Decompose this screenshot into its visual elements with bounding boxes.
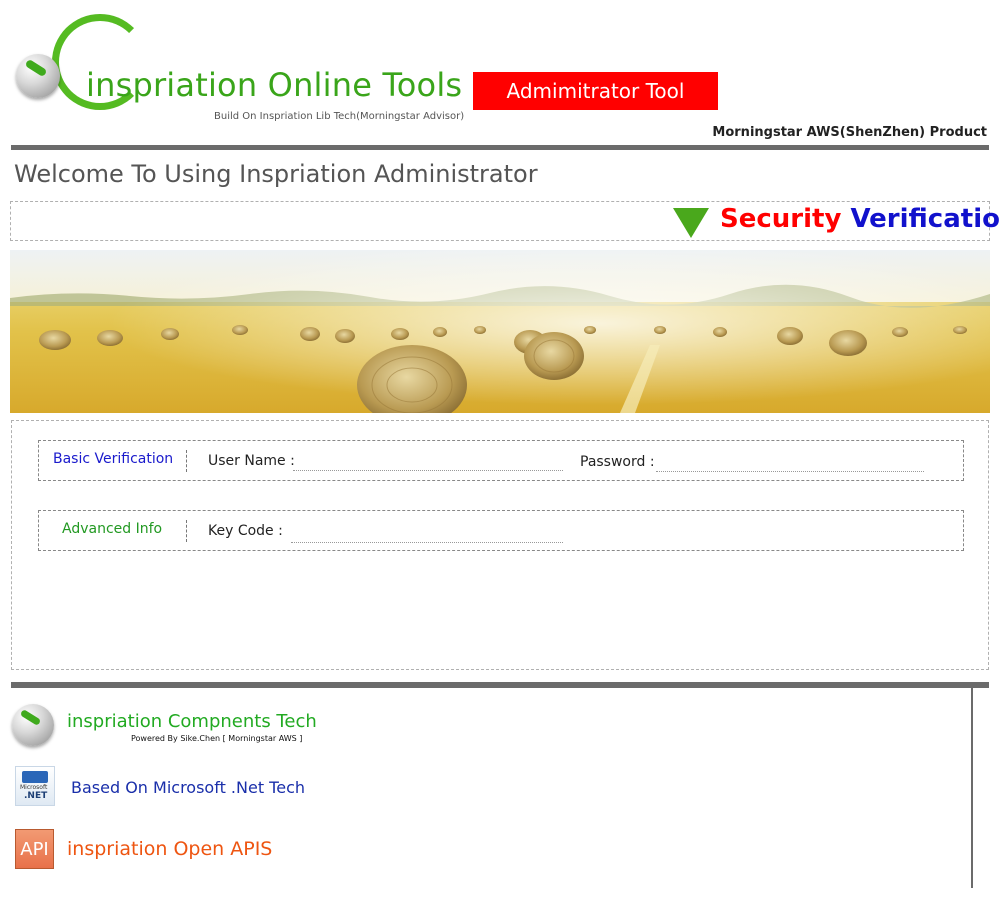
components-title[interactable]: inspriation Compnents Tech <box>67 711 317 732</box>
open-apis-link[interactable]: inspriation Open APIS <box>67 838 272 860</box>
app-subtitle: Build On Inspriation Lib Tech(Morningsta… <box>214 111 465 122</box>
admin-tool-badge: Admimitrator Tool <box>473 72 718 110</box>
dotnet-icon-text: .NET <box>24 791 48 801</box>
logo-ball-icon <box>16 54 60 98</box>
advanced-info-legend: Advanced Info <box>62 521 163 537</box>
footer-side-rule <box>971 688 989 888</box>
down-arrow-icon <box>673 208 709 238</box>
product-line: Morningstar AWS(ShenZhen) Product <box>712 125 987 140</box>
security-word: Security <box>720 204 842 234</box>
security-heading: Security Verification <box>720 204 1000 234</box>
api-icon: API <box>15 829 54 869</box>
username-label: User Name : <box>208 453 295 469</box>
components-credit: Powered By Sike.Chen [ Morningstar AWS ] <box>131 734 303 743</box>
components-logo-mark <box>19 708 42 727</box>
header-divider <box>11 145 989 150</box>
keycode-label: Key Code : <box>208 523 283 539</box>
banner-image <box>10 250 990 413</box>
fieldset-separator <box>186 520 187 542</box>
dotnet-mark <box>22 771 48 783</box>
hay-field-illustration <box>10 250 990 413</box>
basic-verification-legend: Basic Verification <box>53 451 174 467</box>
footer-divider <box>11 682 989 688</box>
password-label: Password : <box>580 454 655 470</box>
page-title: Welcome To Using Inspriation Administrat… <box>14 160 538 188</box>
password-input[interactable] <box>656 453 924 472</box>
dotnet-icon: Microsoft .NET <box>15 766 55 806</box>
dotnet-icon-small-text: Microsoft <box>20 784 48 791</box>
username-input[interactable] <box>293 452 563 471</box>
verification-word: Verification <box>850 204 1000 234</box>
app-title: inspriation Online Tools <box>86 66 463 104</box>
dotnet-link[interactable]: Based On Microsoft .Net Tech <box>71 778 305 797</box>
fieldset-separator <box>186 450 187 472</box>
logo-ball-mark <box>24 58 48 78</box>
keycode-input[interactable] <box>291 524 563 543</box>
components-logo-icon <box>12 704 54 746</box>
